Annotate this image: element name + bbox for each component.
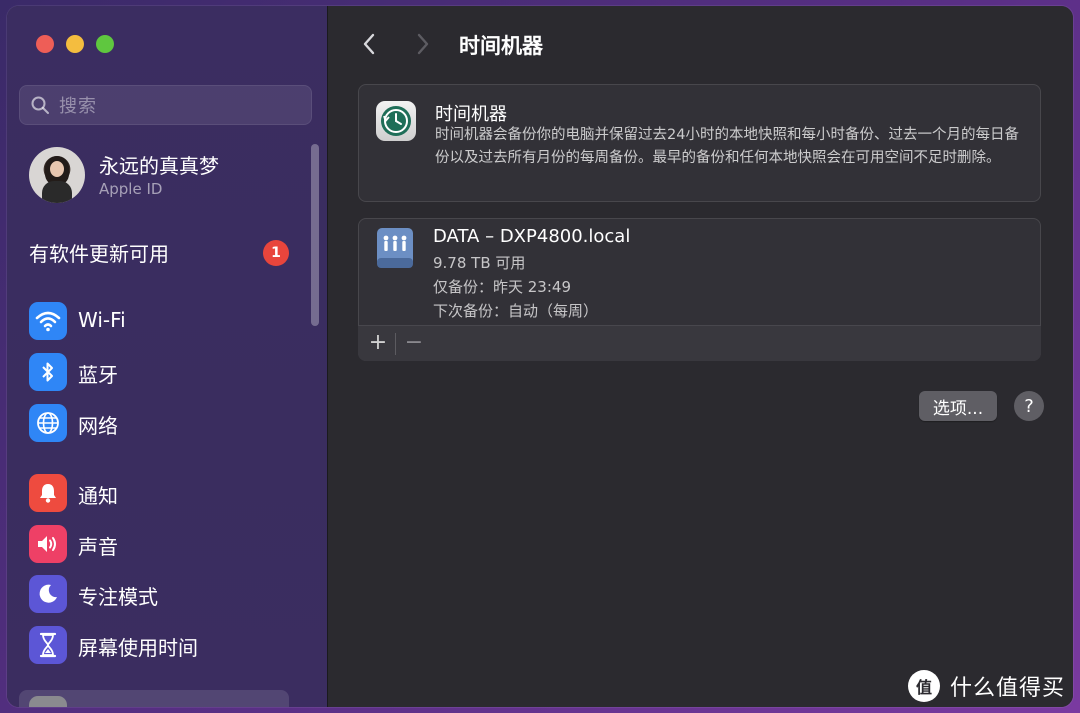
- bell-icon: [29, 474, 67, 512]
- sidebar-item-network[interactable]: 网络: [29, 402, 299, 444]
- disk-name: DATA – DXP4800.local: [433, 226, 631, 247]
- sidebar-item-focus[interactable]: 专注模式: [29, 573, 299, 615]
- time-machine-info-card: 时间机器 时间机器会备份你的电脑并保留过去24小时的本地快照和每小时备份、过去一…: [358, 84, 1041, 202]
- watermark-text: 什么值得买: [950, 676, 1066, 701]
- hourglass-icon: [29, 626, 67, 664]
- sidebar-item-label: 蓝牙: [78, 363, 118, 387]
- sidebar-item-label: 通知: [78, 484, 118, 508]
- watermark-logo: 值: [908, 670, 940, 702]
- software-update-item[interactable]: 有软件更新可用 1: [29, 236, 289, 268]
- profile-subtitle: Apple ID: [99, 180, 163, 198]
- add-disk-button[interactable]: +: [366, 330, 390, 356]
- zoom-window-button[interactable]: [96, 35, 114, 53]
- remove-disk-button[interactable]: −: [402, 330, 426, 356]
- sidebar-item-label: Wi-Fi: [78, 308, 126, 332]
- profile-name: 永远的真真梦: [99, 154, 219, 178]
- sidebar-item-label: 专注模式: [78, 585, 158, 609]
- search-placeholder: 搜索: [59, 96, 97, 117]
- toolbar-divider: [395, 333, 396, 355]
- wifi-icon: [29, 302, 67, 340]
- sidebar: 搜索 永远的真真梦 Apple ID 有软件更新可用 1 Wi-Fi 蓝牙 网络…: [7, 6, 328, 707]
- speaker-icon: [29, 525, 67, 563]
- page-title: 时间机器: [459, 34, 543, 58]
- window-controls: [36, 35, 114, 53]
- moon-icon: [29, 575, 67, 613]
- sidebar-item-notifications[interactable]: 通知: [29, 472, 299, 514]
- disk-capacity: 9.78 TB 可用: [433, 254, 526, 272]
- time-machine-title: 时间机器: [435, 104, 507, 125]
- time-machine-icon: [376, 101, 416, 141]
- avatar: [29, 147, 85, 203]
- sidebar-item-sound[interactable]: 声音: [29, 523, 299, 565]
- bluetooth-icon: [29, 353, 67, 391]
- update-count-badge: 1: [263, 240, 289, 266]
- sidebar-item-label: 网络: [78, 414, 118, 438]
- sidebar-scrollbar[interactable]: [311, 144, 319, 326]
- sidebar-item-screen-time[interactable]: 屏幕使用时间: [29, 624, 299, 666]
- minimize-window-button[interactable]: [66, 35, 84, 53]
- back-arrow-icon[interactable]: [361, 32, 377, 56]
- help-button[interactable]: ?: [1014, 391, 1044, 421]
- watermark: 值 什么值得买: [908, 667, 1065, 705]
- apple-id-profile[interactable]: 永远的真真梦 Apple ID: [29, 144, 309, 206]
- sidebar-item-wifi[interactable]: Wi-Fi: [29, 300, 299, 342]
- search-input[interactable]: 搜索: [19, 85, 312, 125]
- network-disk-icon: [374, 226, 416, 270]
- sidebar-item-label: 声音: [78, 535, 118, 559]
- software-update-label: 有软件更新可用: [29, 242, 169, 266]
- options-button[interactable]: 选项...: [919, 391, 997, 421]
- main-pane: 时间机器 时间机器 时间机器会备份你的电脑并保留过去24小时的本地快照和每小时备…: [328, 6, 1073, 707]
- sidebar-item-partial[interactable]: [19, 690, 289, 707]
- backup-disk-card: DATA – DXP4800.local 9.78 TB 可用 仅备份：昨天 2…: [358, 218, 1041, 361]
- gear-icon: [29, 696, 67, 707]
- time-machine-description: 时间机器会备份你的电脑并保留过去24小时的本地快照和每小时备份、过去一个月的每日…: [435, 127, 1019, 166]
- disk-list-toolbar: + −: [358, 325, 1041, 361]
- system-settings-window: 搜索 永远的真真梦 Apple ID 有软件更新可用 1 Wi-Fi 蓝牙 网络…: [7, 6, 1073, 707]
- sidebar-item-label: 屏幕使用时间: [78, 636, 198, 660]
- search-icon: [31, 96, 49, 114]
- globe-icon: [29, 404, 67, 442]
- last-backup-text: 仅备份：昨天 23:49: [433, 278, 571, 296]
- next-backup-text: 下次备份：自动（每周）: [433, 302, 599, 320]
- forward-arrow-icon[interactable]: [415, 32, 431, 56]
- sidebar-item-bluetooth[interactable]: 蓝牙: [29, 351, 299, 393]
- close-window-button[interactable]: [36, 35, 54, 53]
